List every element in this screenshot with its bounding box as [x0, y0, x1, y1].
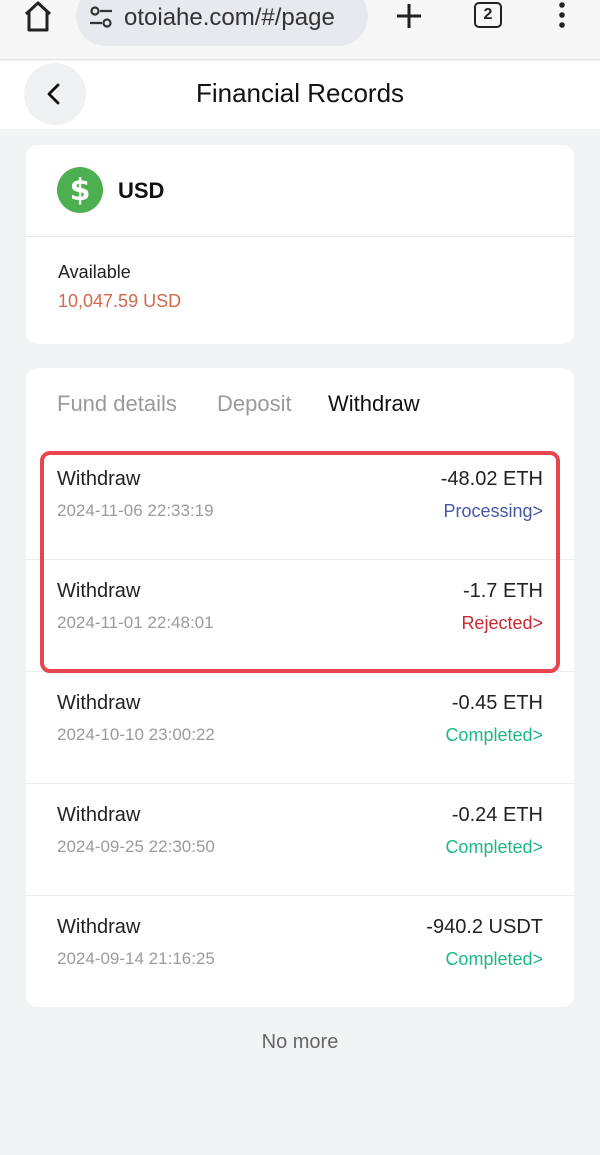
- record-amount: -0.45 ETH: [451, 692, 543, 714]
- record-row[interactable]: Withdraw 2024-09-25 22:30:50 -0.24 ETH C…: [26, 784, 574, 896]
- record-type: Withdraw: [57, 580, 141, 602]
- record-type: Withdraw: [57, 468, 141, 490]
- record-type: Withdraw: [57, 916, 141, 938]
- card-divider: [26, 236, 574, 237]
- record-row[interactable]: Withdraw 2024-11-01 22:48:01 -1.7 ETH Re…: [26, 560, 574, 672]
- dollar-coin-icon: $: [57, 167, 103, 213]
- new-tab-button[interactable]: [392, 0, 426, 32]
- record-time: 2024-10-10 23:00:22: [57, 725, 215, 744]
- record-status-rejected[interactable]: Rejected>: [461, 613, 543, 634]
- record-row[interactable]: Withdraw 2024-09-14 21:16:25 -940.2 USDT…: [26, 896, 574, 1007]
- record-type: Withdraw: [57, 692, 141, 714]
- tune-icon[interactable]: [88, 4, 114, 30]
- balance-card: $ USD Available 10,047.59 USD: [26, 145, 574, 344]
- record-amount: -48.02 ETH: [440, 468, 543, 490]
- no-more-text: No more: [261, 1031, 339, 1053]
- record-row[interactable]: Withdraw 2024-10-10 23:00:22 -0.45 ETH C…: [26, 672, 574, 784]
- home-button[interactable]: [18, 0, 58, 32]
- record-time: 2024-09-25 22:30:50: [57, 837, 215, 856]
- record-time: 2024-11-06 22:33:19: [57, 501, 214, 520]
- svg-text:$: $: [70, 173, 91, 208]
- records-card: Fund details Deposit Withdraw Withdraw 2…: [26, 368, 574, 1007]
- record-status-completed[interactable]: Completed>: [445, 949, 543, 970]
- page-title: Financial Records: [195, 78, 405, 108]
- currency-name: USD: [118, 178, 165, 203]
- record-row[interactable]: Withdraw 2024-11-06 22:33:19 -48.02 ETH …: [26, 448, 574, 560]
- record-amount: -1.7 ETH: [462, 580, 543, 602]
- record-type: Withdraw: [57, 804, 141, 826]
- record-status-completed[interactable]: Completed>: [445, 725, 543, 746]
- plus-icon: [397, 4, 421, 28]
- tab-fund-details[interactable]: Fund details: [57, 391, 177, 417]
- browser-menu-button[interactable]: [554, 0, 570, 32]
- url-text: otoiahe.com/#/page: [124, 4, 335, 31]
- record-amount: -940.2 USDT: [426, 916, 543, 938]
- record-amount: -0.24 ETH: [451, 804, 543, 826]
- tab-deposit[interactable]: Deposit: [217, 391, 292, 417]
- home-icon: [24, 1, 52, 32]
- record-status-completed[interactable]: Completed>: [445, 837, 543, 858]
- address-bar[interactable]: otoiahe.com/#/page: [76, 0, 368, 46]
- available-label: Available: [58, 262, 131, 282]
- app-header: Financial Records: [0, 61, 600, 129]
- available-value: 10,047.59 USD: [58, 291, 182, 311]
- more-vert-icon: [559, 2, 565, 28]
- record-time: 2024-09-14 21:16:25: [57, 949, 215, 968]
- record-status-processing[interactable]: Processing>: [443, 501, 543, 522]
- browser-toolbar: otoiahe.com/#/page 2: [0, 0, 600, 60]
- tab-switcher-button[interactable]: 2: [474, 2, 502, 28]
- tab-count: 2: [483, 6, 493, 23]
- tab-withdraw[interactable]: Withdraw: [328, 391, 420, 417]
- record-time: 2024-11-01 22:48:01: [57, 613, 214, 632]
